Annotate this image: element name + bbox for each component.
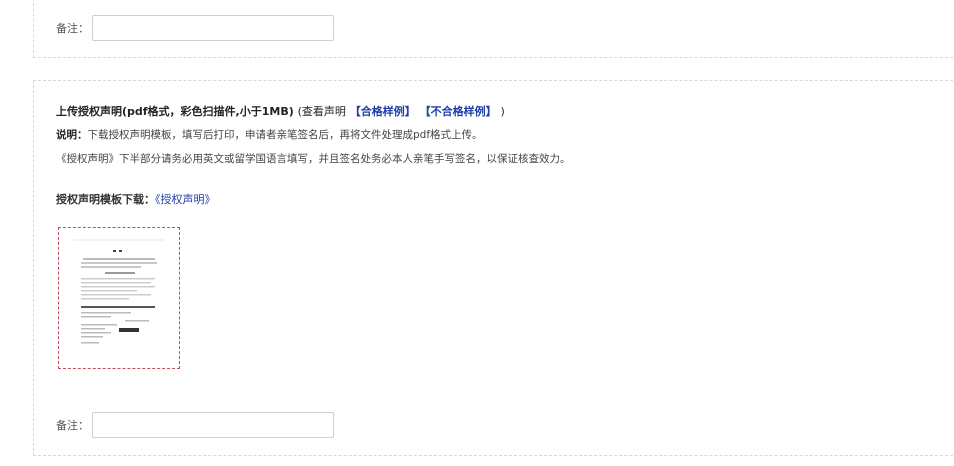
remark-row-top: 备注： [56,15,334,41]
uploaded-file-thumbnail[interactable] [58,227,180,369]
remark-row-bottom: 备注： [56,412,334,438]
instruction-text-2: 《授权声明》下半部分请务必用英文或留学国语言填写，并且签名处务必本人亲笔手写签名… [56,153,571,165]
remark-label: 备注： [56,419,89,432]
remark-panel-top: 备注： [33,0,954,58]
authorization-upload-panel: 上传授权声明(pdf格式，彩色扫描件,小于1MB) (查看声明 【合格样例】 【… [33,80,954,456]
upload-title: 上传授权声明(pdf格式，彩色扫描件,小于1MB) (查看声明 【合格样例】 【… [56,103,505,119]
template-download: 授权声明模板下载：《授权声明》 [56,191,216,207]
download-label: 授权声明模板下载： [56,193,155,206]
unqualified-sample-link[interactable]: 【不合格样例】 [420,105,497,118]
instruction-label: 说明： [56,129,88,141]
instruction-line-1: 说明：下载授权声明模板，填写后打印，申请者亲笔签名后，再将文件处理成pdf格式上… [56,127,483,142]
remark-input-bottom[interactable] [92,412,334,438]
instruction-text: 下载授权声明模板，填写后打印，申请者亲笔签名后，再将文件处理成pdf格式上传。 [87,129,483,141]
view-prefix: (查看声明 [297,105,346,118]
instruction-line-2: 《授权声明》下半部分请务必用英文或留学国语言填写，并且签名处务必本人亲笔手写签名… [56,151,571,166]
qualified-sample-link[interactable]: 【合格样例】 [350,105,416,118]
document-preview-icon [73,239,165,344]
template-download-link[interactable]: 《授权声明》 [155,193,216,206]
upload-title-text: 上传授权声明(pdf格式，彩色扫描件,小于1MB) [56,105,294,118]
view-suffix: ) [500,105,505,118]
remark-input-top[interactable] [92,15,334,41]
remark-label: 备注： [56,22,89,35]
